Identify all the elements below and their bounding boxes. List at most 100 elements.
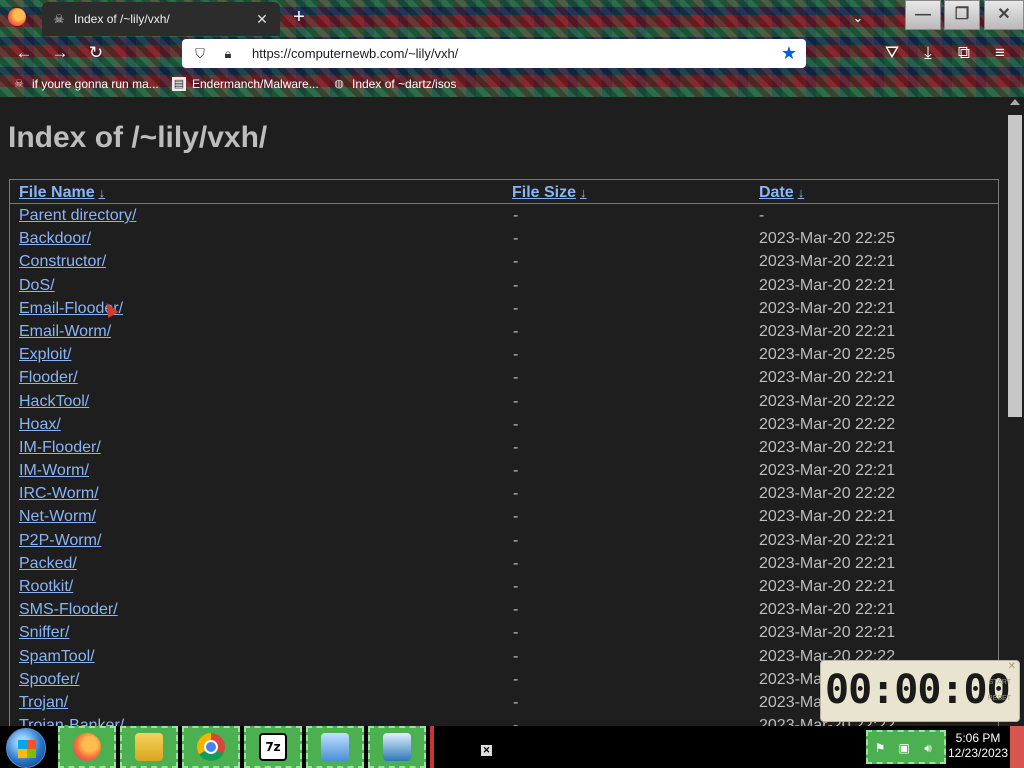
sort-by-date-link[interactable]: Date ↓ <box>759 184 804 202</box>
show-desktop-button[interactable] <box>1010 726 1024 768</box>
page-scrollbar[interactable] <box>1006 97 1024 726</box>
bookmark-star-icon[interactable]: ★ <box>778 43 800 64</box>
directory-listing-table: File Name ↓ File Size ↓ Date ↓ Parent direc… <box>9 179 999 726</box>
firefox-icon <box>73 733 101 761</box>
minimize-button[interactable]: — <box>905 0 941 30</box>
directory-link[interactable]: HackTool/ <box>19 393 89 411</box>
date-cell: 2023-Mar-20 22:21 <box>759 276 896 294</box>
directory-link[interactable]: Packed/ <box>19 555 77 573</box>
forward-arrow-icon[interactable]: → <box>48 42 72 64</box>
date-cell: 2023-Mar-20 22:21 <box>759 462 896 480</box>
active-tab[interactable]: ☠ Index of /~lily/vxh/ ✕ <box>42 2 280 36</box>
taskbar-photo-viewer[interactable] <box>368 726 426 768</box>
bookmark-item[interactable]: ☠ if youre gonna run ma... <box>12 75 159 93</box>
start-button[interactable] <box>6 728 46 768</box>
directory-link[interactable]: Trojan/ <box>19 694 68 712</box>
taskbar-7zip[interactable]: 7z <box>244 726 302 768</box>
taskbar-chrome[interactable] <box>182 726 240 768</box>
taskbar-firefox[interactable] <box>58 726 116 768</box>
table-row: Flooder/ - 2023-Mar-20 22:21 <box>10 367 998 390</box>
page-title: Index of /~lily/vxh/ <box>8 121 268 154</box>
control-panel-icon <box>321 733 349 761</box>
scrollbar-thumb[interactable] <box>1008 115 1022 417</box>
navigation-toolbar: ← → ↻ ⛉ 🔒︎ https://computernewb.com/~lil… <box>0 36 1024 70</box>
sort-by-size-link[interactable]: File Size ↓ <box>512 184 587 202</box>
taskbar-file-explorer[interactable] <box>120 726 178 768</box>
network-icon[interactable]: ▣ <box>896 740 912 756</box>
directory-link[interactable]: SMS-Flooder/ <box>19 601 118 619</box>
back-arrow-icon[interactable]: ← <box>12 42 36 64</box>
extensions-icon[interactable]: ⧉ <box>952 42 976 64</box>
directory-link[interactable]: Parent directory/ <box>19 207 136 225</box>
action-center-flag-icon[interactable]: ⚑ <box>872 740 888 756</box>
new-tab-button[interactable]: + <box>288 6 310 28</box>
directory-link[interactable]: Email-Worm/ <box>19 323 111 341</box>
directory-link[interactable]: Net-Worm/ <box>19 508 96 526</box>
url-text[interactable]: https://computernewb.com/~lily/vxh/ <box>252 46 778 61</box>
date-cell: 2023-Mar-20 22:21 <box>759 508 896 526</box>
directory-link[interactable]: Hoax/ <box>19 416 61 434</box>
bookmark-item[interactable]: ◍ Index of ~dartz/isos <box>332 75 456 93</box>
list-all-tabs-chevron-icon[interactable]: ⌄ <box>848 8 868 28</box>
widget-close-icon[interactable]: ✕ <box>1008 661 1016 672</box>
directory-link[interactable]: IRC-Worm/ <box>19 485 99 503</box>
close-window-button[interactable]: ✕ <box>984 0 1024 30</box>
directory-link[interactable]: Backdoor/ <box>19 230 91 248</box>
hacker-favicon-icon: ☠ <box>53 12 65 26</box>
file-size-cell: - <box>513 670 519 688</box>
shield-icon[interactable]: ⛉ <box>190 46 210 62</box>
directory-link[interactable]: Trojan-Banker/ <box>19 717 124 726</box>
hamburger-menu-icon[interactable]: ≡ <box>988 42 1012 64</box>
file-size-cell: - <box>513 485 519 503</box>
directory-link[interactable]: DoS/ <box>19 277 55 295</box>
directory-link[interactable]: IM-Worm/ <box>19 462 89 480</box>
scroll-up-arrow-icon[interactable] <box>1010 99 1020 105</box>
directory-link[interactable]: IM-Flooder/ <box>19 439 101 457</box>
firefox-menu-icon[interactable] <box>8 8 26 26</box>
downloads-icon[interactable]: ⤓ <box>916 42 940 64</box>
file-size-cell: - <box>513 601 519 619</box>
file-explorer-icon <box>135 733 163 761</box>
directory-link[interactable]: Constructor/ <box>19 253 106 271</box>
bookmark-item[interactable]: ▤ Endermanch/Malware... <box>172 75 319 93</box>
directory-link[interactable]: P2P-Worm/ <box>19 532 101 550</box>
7zip-icon: 7z <box>259 733 287 761</box>
date-cell: 2023-Mar-20 22:21 <box>759 578 896 595</box>
table-row: Hoax/ - 2023-Mar-20 22:22 <box>10 414 998 437</box>
directory-link[interactable]: Sniffer/ <box>19 624 69 642</box>
file-size-cell: - <box>513 624 519 642</box>
sort-arrow-icon[interactable]: ↓ <box>798 185 805 200</box>
sort-arrow-icon[interactable]: ↓ <box>99 185 106 200</box>
directory-link[interactable]: Exploit/ <box>19 346 71 364</box>
tab-close-icon[interactable]: ✕ <box>252 11 272 28</box>
table-row: HackTool/ - 2023-Mar-20 22:22 <box>10 391 998 414</box>
date-cell: 2023-Mar-20 22:21 <box>759 554 896 572</box>
date-cell: 2023-Mar-20 22:21 <box>759 531 896 549</box>
volume-icon[interactable]: 🔊︎ <box>920 740 936 756</box>
directory-link[interactable]: Spoofer/ <box>19 671 79 689</box>
date-cell: 2023-Mar-20 22:22 <box>759 392 896 410</box>
address-bar[interactable]: ⛉ 🔒︎ https://computernewb.com/~lily/vxh/… <box>182 39 806 68</box>
sort-arrow-icon[interactable]: ↓ <box>580 185 587 200</box>
lock-icon[interactable]: 🔒︎ <box>218 46 238 62</box>
sort-by-name-link[interactable]: File Name ↓ <box>19 184 105 202</box>
table-body: Parent directory/ - - Backdoor/ - 2023-Mar-20… <box>10 205 998 726</box>
pocket-icon[interactable]: ⛛ <box>880 42 904 64</box>
close-small-icon[interactable]: ✕ <box>481 745 492 756</box>
restore-button[interactable]: ❐ <box>944 0 980 30</box>
taskbar: 7z ✕ ⚑ ▣ 🔊︎ 5:06 PM 12/23/2023 <box>0 726 1024 768</box>
taskbar-control-panel[interactable] <box>306 726 364 768</box>
table-row: Parent directory/ - - <box>10 205 998 228</box>
timer-start-button[interactable]: START <box>989 679 1011 686</box>
date-cell: 2023-Mar-20 22:21 <box>759 624 896 642</box>
directory-link[interactable]: Flooder/ <box>19 369 78 387</box>
directory-link[interactable]: Rootkit/ <box>19 578 73 596</box>
reload-icon[interactable]: ↻ <box>84 42 108 64</box>
system-clock[interactable]: 5:06 PM 12/23/2023 <box>946 731 1010 761</box>
timer-reset-button[interactable]: RESET <box>988 695 1011 702</box>
stopwatch-widget[interactable]: 00:00:00 START RESET ✕ <box>820 660 1020 722</box>
date-cell: 2023-Mar-20 22:21 <box>759 299 896 317</box>
table-row: Backdoor/ - 2023-Mar-20 22:25 <box>10 228 998 251</box>
date-cell: 2023-Mar-20 22:21 <box>759 369 896 387</box>
directory-link[interactable]: SpamTool/ <box>19 648 95 666</box>
